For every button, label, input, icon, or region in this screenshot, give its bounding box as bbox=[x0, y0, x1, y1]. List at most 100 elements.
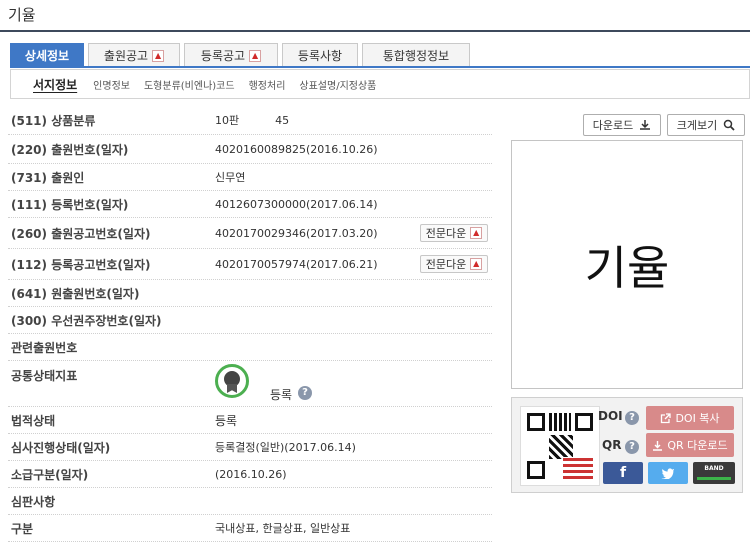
page-title: 기율 bbox=[8, 6, 36, 24]
doi-label: DOI bbox=[598, 409, 623, 423]
zoom-button[interactable]: 크게보기 bbox=[667, 114, 745, 136]
trademark-image[interactable]: 기율 bbox=[511, 140, 743, 389]
row-label: 공통상태지표 bbox=[11, 369, 78, 383]
row-label: 심판사항 bbox=[11, 494, 56, 509]
row-registration-number: (111) 등록번호(일자) 4012607300000(2017.06.14) bbox=[8, 191, 492, 218]
reg-publication-download-button[interactable]: 전문다운 ▲ bbox=[420, 255, 488, 273]
class-edition: 10판 bbox=[215, 114, 240, 127]
help-icon[interactable]: ? bbox=[298, 386, 312, 400]
class-number: 45 bbox=[275, 114, 290, 127]
title-divider bbox=[0, 30, 750, 32]
row-exam-status: 심사진행상태(일자) 등록결정(일반)(2017.06.14) bbox=[8, 434, 492, 461]
band-share-button[interactable]: BAND bbox=[693, 462, 735, 484]
status-indicator-value: 등록 bbox=[270, 388, 293, 402]
pdf-icon: ▲ bbox=[249, 49, 262, 62]
band-stripe bbox=[697, 477, 731, 480]
tab-label: 출원공고 bbox=[103, 49, 149, 63]
subtab-person-info[interactable]: 인명정보 bbox=[93, 77, 130, 92]
share-panel: DOI ? DOI 복사 QR ? QR 다운로드 f BAND bbox=[511, 397, 743, 493]
qr-code bbox=[520, 406, 600, 486]
detail-table: (511) 상품분류 10판 45 (220) 출원번호(일자) 40201600… bbox=[8, 106, 492, 542]
tab-detail-info[interactable]: 상세정보 bbox=[10, 43, 84, 67]
tab-application-publication[interactable]: 출원공고 ▲ bbox=[88, 43, 180, 67]
medal-icon bbox=[215, 364, 249, 398]
preview-actions: 다운로드 크게보기 bbox=[583, 114, 750, 136]
button-label: DOI 복사 bbox=[675, 412, 720, 425]
row-value: 등록결정(일반)(2017.06.14) bbox=[215, 441, 356, 454]
tab-registration-publication[interactable]: 등록공고 ▲ bbox=[184, 43, 278, 67]
button-label: 전문다운 bbox=[425, 227, 467, 240]
help-icon[interactable]: ? bbox=[625, 440, 639, 454]
button-label: 전문다운 bbox=[425, 258, 467, 271]
subtab-bibliographic[interactable]: 서지정보 bbox=[33, 76, 77, 93]
row-value: 국내상표, 한글상표, 일반상표 bbox=[215, 522, 351, 535]
row-reg-publication: (112) 등록공고번호(일자) 4020170057974(2017.06.2… bbox=[8, 249, 492, 280]
button-label: QR 다운로드 bbox=[667, 439, 728, 452]
row-original-application: (641) 원출원번호(일자) bbox=[8, 280, 492, 307]
row-value: 4020170057974(2017.06.21) bbox=[215, 257, 378, 271]
doi-copy-button[interactable]: DOI 복사 bbox=[646, 406, 734, 430]
row-label: 심사진행상태(일자) bbox=[11, 440, 111, 455]
row-value: (2016.10.26) bbox=[215, 467, 287, 481]
row-value: 4012607300000(2017.06.14) bbox=[215, 197, 378, 211]
row-related-application: 관련출원번호 bbox=[8, 334, 492, 361]
sub-tabs: 서지정보 인명정보 도형분류(비엔나)코드 행정처리 상표설명/지정상품 bbox=[10, 69, 750, 99]
tab-label: 등록사항 bbox=[297, 49, 343, 63]
tab-registration-items[interactable]: 등록사항 bbox=[282, 43, 358, 67]
qr-label: QR bbox=[602, 438, 622, 452]
app-publication-download-button[interactable]: 전문다운 ▲ bbox=[420, 224, 488, 242]
qr-download-button[interactable]: QR 다운로드 bbox=[646, 433, 734, 457]
row-value[interactable]: 신무연 bbox=[215, 169, 245, 185]
tab-admin-info[interactable]: 통합행정정보 bbox=[362, 43, 470, 67]
help-icon[interactable]: ? bbox=[625, 411, 639, 425]
row-value: 4020160089825(2016.10.26) bbox=[215, 142, 378, 156]
button-label: 다운로드 bbox=[592, 119, 634, 132]
row-label: (111) 등록번호(일자) bbox=[11, 197, 129, 212]
row-label: 관련출원번호 bbox=[11, 340, 78, 355]
row-label: 구분 bbox=[11, 521, 34, 536]
pdf-icon: ▲ bbox=[470, 227, 483, 239]
tab-label: 등록공고 bbox=[200, 49, 246, 63]
facebook-icon: f bbox=[619, 465, 627, 481]
download-icon bbox=[653, 440, 663, 451]
row-label: (300) 우선권주장번호(일자) bbox=[11, 313, 162, 328]
row-applicant: (731) 출원인 신무연 bbox=[8, 164, 492, 191]
row-classification: (511) 상품분류 10판 45 bbox=[8, 106, 492, 135]
row-label: (220) 출원번호(일자) bbox=[11, 142, 129, 157]
row-category: 구분 국내상표, 한글상표, 일반상표 bbox=[8, 515, 492, 542]
row-label: 소급구분(일자) bbox=[11, 467, 89, 482]
external-link-icon bbox=[661, 412, 672, 423]
row-trial: 심판사항 bbox=[8, 488, 492, 515]
twitter-share-button[interactable] bbox=[648, 462, 688, 484]
row-label: (511) 상품분류 bbox=[11, 113, 96, 128]
subtab-vienna-code[interactable]: 도형분류(비엔나)코드 bbox=[144, 77, 235, 92]
tab-label: 통합행정정보 bbox=[382, 49, 450, 63]
tab-label: 상세정보 bbox=[24, 49, 70, 63]
row-legal-status: 법적상태 등록 bbox=[8, 407, 492, 434]
subtab-designated-goods[interactable]: 상표설명/지정상품 bbox=[299, 77, 376, 92]
row-value: 등록 bbox=[215, 413, 238, 428]
row-label: 법적상태 bbox=[11, 413, 56, 428]
band-icon: BAND bbox=[704, 465, 724, 472]
row-priority-claim: (300) 우선권주장번호(일자) bbox=[8, 307, 492, 334]
facebook-share-button[interactable]: f bbox=[603, 462, 643, 484]
row-application-number: (220) 출원번호(일자) 4020160089825(2016.10.26) bbox=[8, 135, 492, 164]
row-status-indicator: 공통상태지표 등록 ? bbox=[8, 361, 492, 407]
button-label: 크게보기 bbox=[676, 119, 718, 132]
row-label: (260) 출원공고번호(일자) bbox=[11, 226, 151, 241]
row-value: 10판 45 bbox=[215, 112, 289, 128]
row-value: 4020170029346(2017.03.20) bbox=[215, 226, 378, 240]
main-tabs: 상세정보 출원공고 ▲ 등록공고 ▲ 등록사항 통합행정정보 bbox=[10, 43, 474, 67]
twitter-icon bbox=[661, 468, 674, 479]
subtab-admin-process[interactable]: 행정처리 bbox=[249, 77, 286, 92]
download-icon bbox=[640, 120, 651, 130]
row-label: (731) 출원인 bbox=[11, 170, 85, 185]
magnifier-icon bbox=[723, 119, 735, 131]
row-label: (641) 원출원번호(일자) bbox=[11, 286, 140, 301]
row-app-publication: (260) 출원공고번호(일자) 4020170029346(2017.03.2… bbox=[8, 218, 492, 249]
pdf-icon: ▲ bbox=[470, 258, 483, 270]
download-button[interactable]: 다운로드 bbox=[583, 114, 661, 136]
pdf-icon: ▲ bbox=[152, 49, 165, 62]
row-retroactive: 소급구분(일자) (2016.10.26) bbox=[8, 461, 492, 488]
row-label: (112) 등록공고번호(일자) bbox=[11, 257, 151, 272]
